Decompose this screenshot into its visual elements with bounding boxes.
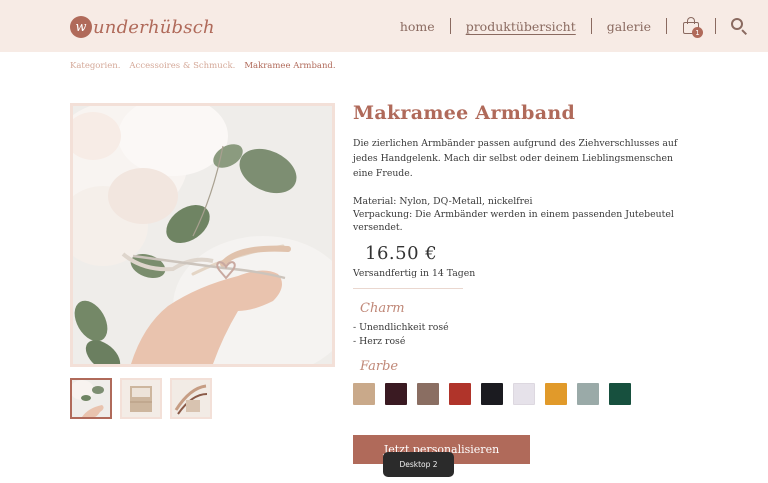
nav-divider — [715, 18, 716, 34]
site-header: w underhübsch home produktübersicht gale… — [0, 0, 768, 52]
product-photo — [73, 106, 332, 364]
color-swatch-5[interactable] — [481, 383, 503, 405]
nav-home[interactable]: home — [385, 19, 450, 34]
thumbnail-strip — [70, 378, 212, 419]
packaging-text: Verpackung: Die Armbänder werden in eine… — [353, 209, 674, 233]
thumbnail-1[interactable] — [70, 378, 112, 419]
breadcrumb-accessories[interactable]: Accessoires & Schmuck. — [129, 61, 235, 71]
thumbnail-2-image — [122, 380, 160, 417]
breadcrumb-categories[interactable]: Kategorien. — [70, 61, 120, 71]
section-divider — [353, 288, 463, 289]
thumbnail-3[interactable] — [170, 378, 212, 419]
nav-products[interactable]: produktübersicht — [451, 19, 591, 34]
product-price: 16.50 € — [365, 243, 438, 264]
thumbnail-3-image — [172, 380, 210, 417]
search-ring — [731, 18, 743, 30]
charm-option-heart[interactable]: - Herz rosé — [353, 335, 449, 349]
shipping-info: Versandfertig in 14 Tagen — [353, 268, 476, 279]
product-description: Die zierlichen Armbänder passen aufgrund… — [353, 138, 678, 179]
color-swatch-6[interactable] — [513, 383, 535, 405]
color-swatches — [353, 383, 631, 405]
logo-text: underhübsch — [93, 16, 215, 38]
material-text: Material: Nylon, DQ-Metall, nickelfrei — [353, 196, 533, 207]
shopping-bag-icon[interactable]: 1 — [681, 16, 703, 38]
color-swatch-2[interactable] — [385, 383, 407, 405]
main-nav: home produktübersicht galerie 1 — [385, 14, 748, 38]
color-swatch-1[interactable] — [353, 383, 375, 405]
nav-divider — [666, 18, 667, 34]
search-handle — [741, 29, 748, 36]
charm-option-infinity[interactable]: - Unendlichkeit rosé — [353, 321, 449, 335]
color-swatch-3[interactable] — [417, 383, 439, 405]
color-heading: Farbe — [360, 359, 399, 374]
charm-options: - Unendlichkeit rosé - Herz rosé — [353, 321, 449, 349]
desktop-tooltip: Desktop 2 — [383, 452, 454, 477]
nav-gallery[interactable]: galerie — [592, 19, 666, 34]
product-details: Material: Nylon, DQ-Metall, nickelfrei V… — [353, 195, 683, 234]
logo[interactable]: w underhübsch — [70, 14, 215, 40]
thumbnail-2[interactable] — [120, 378, 162, 419]
color-swatch-8[interactable] — [577, 383, 599, 405]
breadcrumb: Kategorien. Accessoires & Schmuck. Makra… — [70, 61, 336, 71]
color-swatch-9[interactable] — [609, 383, 631, 405]
charm-heading: Charm — [360, 301, 405, 316]
cart-count-badge: 1 — [692, 27, 703, 38]
breadcrumb-current: Makramee Armband. — [244, 61, 336, 71]
logo-badge: w — [70, 16, 92, 38]
search-icon[interactable] — [730, 17, 748, 36]
thumbnail-1-image — [72, 380, 110, 417]
color-swatch-4[interactable] — [449, 383, 471, 405]
product-title: Makramee Armband — [353, 102, 576, 124]
color-swatch-7[interactable] — [545, 383, 567, 405]
product-main-image[interactable] — [70, 103, 335, 367]
